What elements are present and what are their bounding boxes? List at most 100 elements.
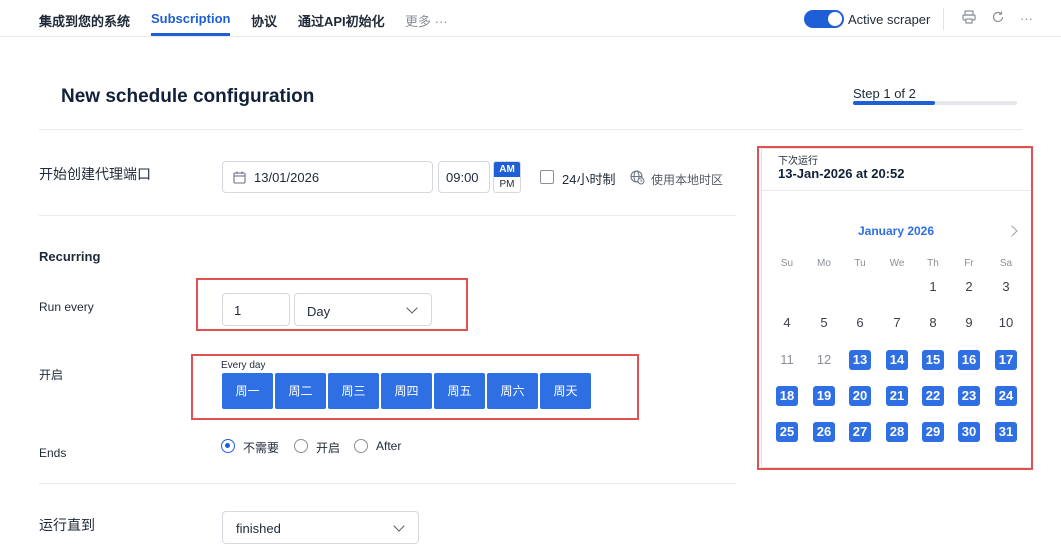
time-value: 09:00 <box>446 170 479 185</box>
active-tab-indicator <box>151 33 230 36</box>
top-nav: 集成到您的系统 Subscription 协议 通过API初始化 更多 ··· … <box>0 0 1061 37</box>
calendar-day[interactable]: 1 <box>922 277 944 297</box>
weekday-header: Fr <box>964 258 974 269</box>
calendar-divider <box>762 190 1031 191</box>
time-input[interactable]: 09:00 <box>438 161 490 193</box>
calendar-day[interactable]: 14 <box>886 350 908 370</box>
section-divider-1 <box>39 215 736 216</box>
calendar-day[interactable]: 10 <box>995 313 1017 333</box>
calendar-day[interactable]: 4 <box>776 313 798 333</box>
calendar-day[interactable]: 22 <box>922 386 944 406</box>
calendar-day[interactable]: 9 <box>958 313 980 333</box>
tab-subscription[interactable]: Subscription <box>151 11 230 26</box>
hour24-checkbox[interactable] <box>540 170 554 184</box>
tab-protocol[interactable]: 协议 <box>251 11 277 30</box>
weekday-header: Mo <box>817 258 831 269</box>
calendar-day[interactable]: 15 <box>922 350 944 370</box>
calendar-day[interactable]: 31 <box>995 422 1017 442</box>
calendar-day[interactable]: 25 <box>776 422 798 442</box>
day-button-tue[interactable]: 周二 <box>275 373 326 409</box>
printer-icon[interactable] <box>962 10 976 29</box>
local-timezone-link[interactable]: 使用本地时区 <box>651 171 723 188</box>
run-until-value: finished <box>236 521 281 536</box>
run-every-unit-select[interactable]: Day <box>294 293 432 326</box>
calendar-day[interactable]: 29 <box>922 422 944 442</box>
active-scraper-toggle[interactable] <box>804 10 844 28</box>
hour24-label: 24小时制 <box>562 172 616 187</box>
calendar-day[interactable]: 26 <box>813 422 835 442</box>
calendar-day[interactable]: 6 <box>849 313 871 333</box>
run-until-label: 运行直到 <box>39 517 95 533</box>
ends-option-never-radio[interactable] <box>221 439 235 453</box>
calendar-day[interactable]: 17 <box>995 350 1017 370</box>
ends-option-on-radio[interactable] <box>294 439 308 453</box>
weekday-header: Su <box>780 258 794 269</box>
day-button-mon[interactable]: 周一 <box>222 373 273 409</box>
calendar-day[interactable]: 21 <box>886 386 908 406</box>
calendar-day[interactable]: 5 <box>813 313 835 333</box>
calendar-day[interactable]: 23 <box>958 386 980 406</box>
more-horizontal-icon[interactable]: ··· <box>1020 10 1033 28</box>
header-divider <box>943 8 944 30</box>
toggle-knob <box>828 12 842 26</box>
globe-clock-icon <box>630 170 645 190</box>
page-title: New schedule configuration <box>61 86 315 107</box>
calendar-day[interactable]: 28 <box>886 422 908 442</box>
tab-integrate[interactable]: 集成到您的系统 <box>39 11 130 30</box>
pm-option[interactable]: PM <box>494 177 520 192</box>
start-label: 开始创建代理端口 <box>39 166 151 182</box>
calendar-icon <box>233 171 246 189</box>
weekday-header: Tu <box>854 258 866 269</box>
chevron-down-icon <box>393 520 405 532</box>
calendar-day[interactable]: 7 <box>886 313 908 333</box>
calendar-day[interactable]: 18 <box>776 386 798 406</box>
weekday-header: We <box>889 258 905 269</box>
calendar-day[interactable]: 30 <box>958 422 980 442</box>
next-run-value: 13-Jan-2026 at 20:52 <box>778 166 905 181</box>
on-label: 开启 <box>39 368 64 382</box>
calendar-day[interactable]: 3 <box>995 277 1017 297</box>
ends-label: Ends <box>39 446 67 460</box>
am-pm-selector[interactable]: AM PM <box>493 161 521 193</box>
run-every-value: 1 <box>234 303 242 318</box>
section-divider-2 <box>39 483 736 484</box>
refresh-icon[interactable] <box>991 10 1005 29</box>
day-button-fri[interactable]: 周五 <box>434 373 485 409</box>
day-button-thu[interactable]: 周四 <box>381 373 432 409</box>
tab-api-init[interactable]: 通过API初始化 <box>298 11 385 30</box>
next-run-label: 下次运行 <box>778 156 818 167</box>
day-button-sun[interactable]: 周天 <box>540 373 591 409</box>
am-option[interactable]: AM <box>494 162 520 177</box>
day-button-sat[interactable]: 周六 <box>487 373 538 409</box>
step-progress-fill <box>853 101 935 105</box>
date-value: 13/01/2026 <box>254 170 320 185</box>
run-every-input[interactable]: 1 <box>222 293 290 326</box>
unit-value: Day <box>307 304 331 319</box>
title-divider <box>39 129 1022 130</box>
step-label: Step 1 of 2 <box>853 86 916 101</box>
active-scraper-label: Active scraper <box>848 12 931 27</box>
calendar-day[interactable]: 20 <box>849 386 871 406</box>
ends-option-after-radio[interactable] <box>354 439 368 453</box>
every-day-caption: Every day <box>221 360 266 371</box>
calendar-day[interactable]: 8 <box>922 313 944 333</box>
calendar-day[interactable]: 2 <box>958 277 980 297</box>
weekday-header: Sa <box>999 258 1013 269</box>
calendar-day[interactable]: 13 <box>849 350 871 370</box>
calendar-day[interactable]: 16 <box>958 350 980 370</box>
run-every-label: Run every <box>39 300 94 314</box>
calendar-day[interactable]: 11 <box>776 350 798 370</box>
calendar-day[interactable]: 27 <box>849 422 871 442</box>
date-input[interactable]: 13/01/2026 <box>222 161 433 193</box>
calendar-day[interactable]: 19 <box>813 386 835 406</box>
weekday-header: Th <box>927 258 939 269</box>
day-button-wed[interactable]: 周三 <box>328 373 379 409</box>
chevron-down-icon <box>406 302 418 314</box>
calendar-day[interactable]: 24 <box>995 386 1017 406</box>
ends-option-never-label: 不需要 <box>243 441 280 455</box>
tab-more[interactable]: 更多 ··· <box>405 11 448 30</box>
calendar-day[interactable]: 12 <box>813 350 835 370</box>
ends-option-on-label: 开启 <box>316 441 341 455</box>
step-progress-track <box>853 101 1017 105</box>
run-until-select[interactable]: finished <box>222 511 419 544</box>
